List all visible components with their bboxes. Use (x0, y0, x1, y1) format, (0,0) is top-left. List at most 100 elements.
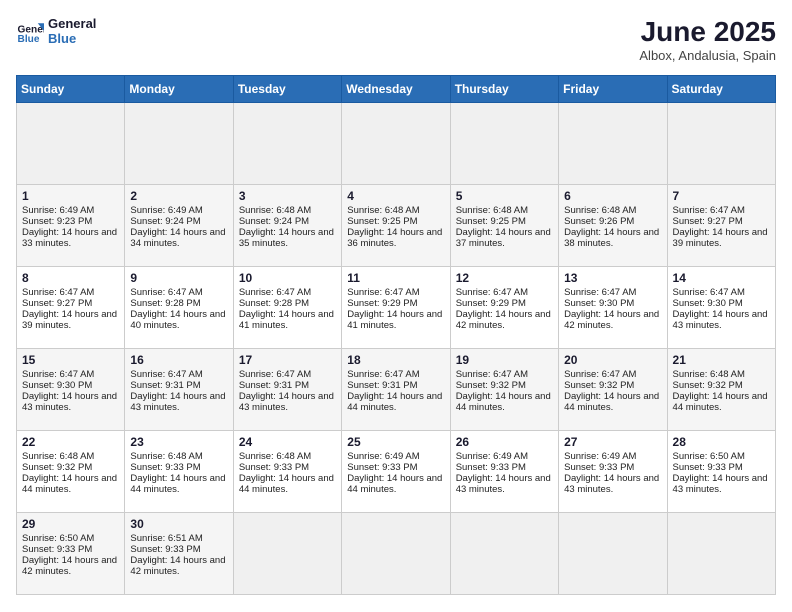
week-row-4: 15Sunrise: 6:47 AMSunset: 9:30 PMDayligh… (17, 349, 776, 431)
day-info: Sunset: 9:33 PM (239, 462, 336, 473)
calendar-cell: 9Sunrise: 6:47 AMSunset: 9:28 PMDaylight… (125, 267, 233, 349)
day-info: Sunrise: 6:49 AM (564, 451, 661, 462)
day-number: 19 (456, 353, 553, 367)
day-number: 28 (673, 435, 770, 449)
day-info: Sunrise: 6:48 AM (239, 451, 336, 462)
calendar-cell (342, 103, 450, 185)
day-info: Sunset: 9:24 PM (239, 216, 336, 227)
day-header-friday: Friday (559, 76, 667, 103)
calendar-cell: 17Sunrise: 6:47 AMSunset: 9:31 PMDayligh… (233, 349, 341, 431)
day-info: Sunrise: 6:48 AM (130, 451, 227, 462)
day-info: Sunset: 9:27 PM (22, 298, 119, 309)
day-info: Daylight: 14 hours and 39 minutes. (673, 227, 770, 249)
location: Albox, Andalusia, Spain (639, 48, 776, 63)
day-number: 24 (239, 435, 336, 449)
calendar-cell: 27Sunrise: 6:49 AMSunset: 9:33 PMDayligh… (559, 431, 667, 513)
calendar-cell (667, 103, 775, 185)
calendar-cell: 29Sunrise: 6:50 AMSunset: 9:33 PMDayligh… (17, 513, 125, 595)
calendar-cell: 8 Sunrise: 6:47 AMSunset: 9:27 PMDaylight… (17, 267, 125, 349)
day-info: Daylight: 14 hours and 43 minutes. (673, 473, 770, 495)
calendar-cell: 11Sunrise: 6:47 AMSunset: 9:29 PMDayligh… (342, 267, 450, 349)
day-info: Sunset: 9:33 PM (456, 462, 553, 473)
day-info: Daylight: 14 hours and 43 minutes. (673, 309, 770, 331)
week-row-6: 29Sunrise: 6:50 AMSunset: 9:33 PMDayligh… (17, 513, 776, 595)
day-info: Sunrise: 6:48 AM (347, 205, 444, 216)
day-info: Sunrise: 6:47 AM (130, 369, 227, 380)
day-number: 12 (456, 271, 553, 285)
day-number: 5 (456, 189, 553, 203)
day-info: Daylight: 14 hours and 43 minutes. (564, 473, 661, 495)
day-info: Daylight: 14 hours and 43 minutes. (456, 473, 553, 495)
calendar-cell: 20Sunrise: 6:47 AMSunset: 9:32 PMDayligh… (559, 349, 667, 431)
day-info: Sunset: 9:31 PM (347, 380, 444, 391)
day-info: Daylight: 14 hours and 40 minutes. (130, 309, 227, 331)
day-number: 22 (22, 435, 119, 449)
day-info: Sunset: 9:32 PM (673, 380, 770, 391)
day-info: Sunrise: 6:49 AM (130, 205, 227, 216)
day-info: Sunset: 9:23 PM (22, 216, 119, 227)
calendar-cell: 24 Sunrise: 6:48 AMSunset: 9:33 PMDayligh… (233, 431, 341, 513)
calendar-body: 1Sunrise: 6:49 AMSunset: 9:23 PMDaylight… (17, 103, 776, 595)
day-number: 16 (130, 353, 227, 367)
week-row-3: 8Sunrise: 6:47 AMSunset: 9:27 PMDaylight… (17, 267, 776, 349)
day-info: Sunrise: 6:47 AM (564, 369, 661, 380)
calendar-cell: 13Sunrise: 6:47 AMSunset: 9:30 PMDayligh… (559, 267, 667, 349)
day-info: Daylight: 14 hours and 43 minutes. (130, 391, 227, 413)
day-info: Daylight: 14 hours and 39 minutes. (22, 309, 119, 331)
day-number: 20 (564, 353, 661, 367)
calendar-cell (667, 513, 775, 595)
calendar-cell: 28Sunrise: 6:50 AMSunset: 9:33 PMDayligh… (667, 431, 775, 513)
day-info: Sunset: 9:33 PM (673, 462, 770, 473)
calendar-cell (559, 103, 667, 185)
day-info: Sunset: 9:30 PM (22, 380, 119, 391)
day-info: Daylight: 14 hours and 44 minutes. (347, 391, 444, 413)
day-info: Daylight: 14 hours and 44 minutes. (239, 473, 336, 495)
calendar-cell (17, 103, 125, 185)
calendar-cell: 30Sunrise: 6:51 AMSunset: 9:33 PMDayligh… (125, 513, 233, 595)
day-info: Daylight: 14 hours and 44 minutes. (22, 473, 119, 495)
day-info: Sunset: 9:29 PM (456, 298, 553, 309)
calendar-cell: 3Sunrise: 6:48 AMSunset: 9:24 PMDaylight… (233, 185, 341, 267)
day-info: Daylight: 14 hours and 42 minutes. (564, 309, 661, 331)
svg-text:Blue: Blue (18, 34, 40, 45)
calendar-cell (450, 513, 558, 595)
day-number: 23 (130, 435, 227, 449)
day-number: 21 (673, 353, 770, 367)
day-number: 10 (239, 271, 336, 285)
day-header-monday: Monday (125, 76, 233, 103)
day-info: Daylight: 14 hours and 34 minutes. (130, 227, 227, 249)
day-number: 30 (130, 517, 227, 531)
logo-icon: General Blue (16, 17, 44, 45)
day-info: Sunset: 9:32 PM (22, 462, 119, 473)
day-info: Daylight: 14 hours and 43 minutes. (239, 391, 336, 413)
day-info: Daylight: 14 hours and 41 minutes. (347, 309, 444, 331)
day-info: Sunrise: 6:49 AM (22, 205, 119, 216)
day-info: Daylight: 14 hours and 44 minutes. (564, 391, 661, 413)
day-number: 29 (22, 517, 119, 531)
day-info: Sunset: 9:30 PM (673, 298, 770, 309)
calendar-cell (125, 103, 233, 185)
calendar-cell: 15Sunrise: 6:47 AMSunset: 9:30 PMDayligh… (17, 349, 125, 431)
day-header-tuesday: Tuesday (233, 76, 341, 103)
day-info: Sunrise: 6:47 AM (673, 287, 770, 298)
calendar-cell: 22Sunrise: 6:48 AMSunset: 9:32 PMDayligh… (17, 431, 125, 513)
day-info: Sunset: 9:30 PM (564, 298, 661, 309)
day-number: 27 (564, 435, 661, 449)
day-number: 4 (347, 189, 444, 203)
calendar-header-row: SundayMondayTuesdayWednesdayThursdayFrid… (17, 76, 776, 103)
day-info: Sunrise: 6:47 AM (22, 287, 119, 298)
day-info: Daylight: 14 hours and 41 minutes. (239, 309, 336, 331)
day-info: Daylight: 14 hours and 44 minutes. (456, 391, 553, 413)
calendar-cell: 12Sunrise: 6:47 AMSunset: 9:29 PMDayligh… (450, 267, 558, 349)
day-info: Daylight: 14 hours and 42 minutes. (130, 555, 227, 577)
day-info: Daylight: 14 hours and 44 minutes. (130, 473, 227, 495)
calendar-cell: 25Sunrise: 6:49 AMSunset: 9:33 PMDayligh… (342, 431, 450, 513)
day-number: 11 (347, 271, 444, 285)
day-info: Sunrise: 6:49 AM (347, 451, 444, 462)
day-number: 17 (239, 353, 336, 367)
day-number: 6 (564, 189, 661, 203)
day-info: Sunset: 9:33 PM (130, 544, 227, 555)
day-info: Sunset: 9:25 PM (347, 216, 444, 227)
day-number: 9 (130, 271, 227, 285)
day-number: 8 (22, 271, 119, 285)
